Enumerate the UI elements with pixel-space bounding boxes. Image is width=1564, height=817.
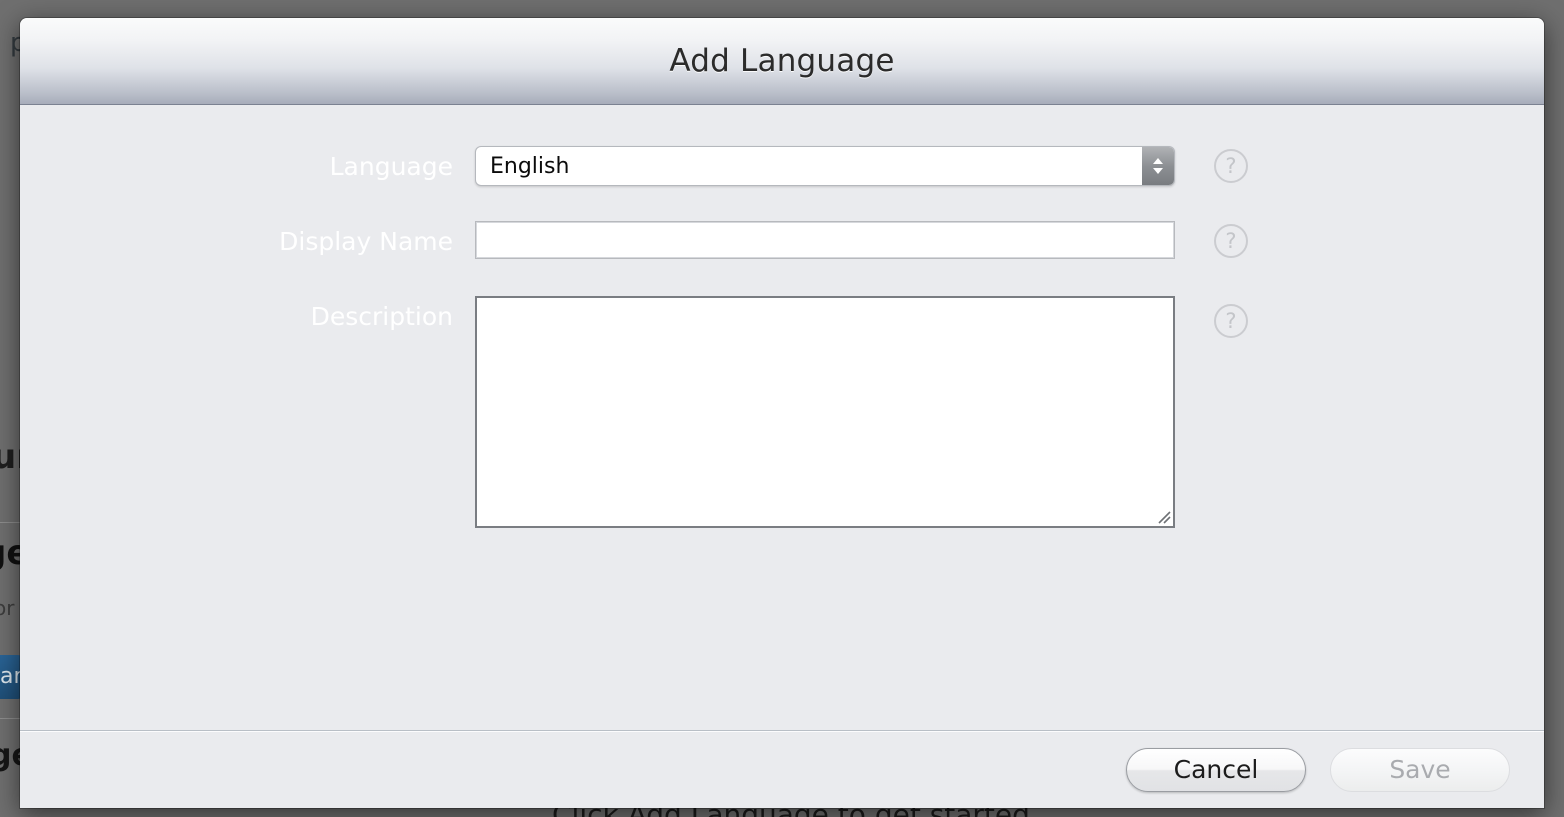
dialog-footer: Cancel Save — [20, 730, 1544, 808]
background-divider — [0, 522, 22, 523]
question-mark-icon[interactable]: ? — [1214, 224, 1248, 258]
dialog-title: Add Language — [669, 43, 895, 79]
display-name-input[interactable] — [475, 221, 1175, 259]
background-divider-2 — [0, 718, 22, 719]
question-mark-icon[interactable]: ? — [1214, 304, 1248, 338]
add-language-dialog: Add Language Language English ? Display … — [20, 18, 1544, 808]
description-help-slot: ? — [1175, 304, 1248, 338]
description-textarea-wrap — [475, 296, 1175, 528]
form-row-description: Description ? — [20, 296, 1544, 528]
form-row-display-name: Display Name ? — [20, 221, 1544, 263]
display-name-field-label: Display Name — [279, 227, 453, 256]
question-mark-icon[interactable]: ? — [1214, 149, 1248, 183]
language-help-slot: ? — [1175, 149, 1248, 183]
save-button[interactable]: Save — [1330, 747, 1510, 792]
language-select-wrap: English — [475, 146, 1175, 186]
language-select[interactable]: English — [475, 146, 1175, 186]
form-row-language: Language English ? — [20, 146, 1544, 188]
display-name-help-slot: ? — [1175, 224, 1248, 258]
description-textarea[interactable] — [475, 296, 1175, 528]
description-field-label: Description — [310, 302, 453, 331]
cancel-button[interactable]: Cancel — [1126, 747, 1306, 792]
background-subtext-fragment: or — [0, 596, 15, 620]
dialog-titlebar: Add Language — [20, 18, 1544, 105]
dialog-body: Language English ? Display Name ? Descri… — [20, 105, 1544, 730]
language-field-label: Language — [329, 152, 453, 181]
